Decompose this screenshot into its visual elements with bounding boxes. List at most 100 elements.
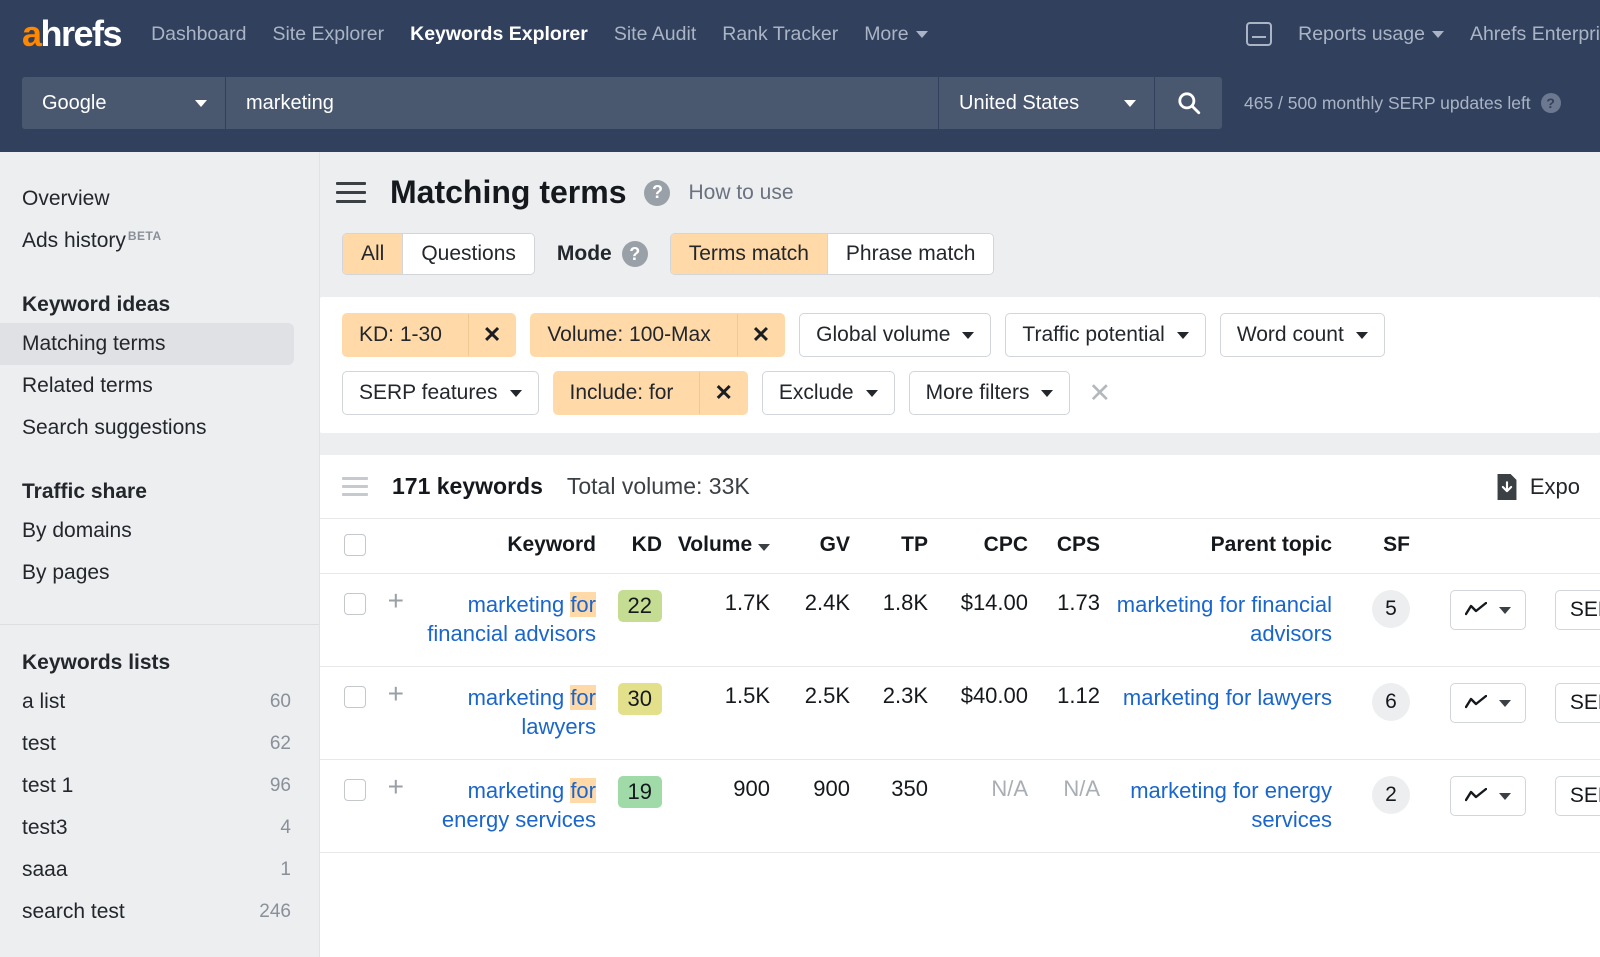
keyword-input[interactable] xyxy=(226,77,938,129)
remove-filter-icon[interactable]: ✕ xyxy=(699,372,746,414)
select-all-checkbox[interactable] xyxy=(344,534,366,556)
filters-row-1: KD: 1-30✕ Volume: 100-Max✕ Global volume Tr… xyxy=(342,313,1600,357)
row-checkbox[interactable] xyxy=(344,779,366,801)
remove-filter-icon[interactable]: ✕ xyxy=(468,314,515,356)
sidebar-item-ads-history[interactable]: Ads historyBETA xyxy=(0,220,319,262)
trend-button[interactable] xyxy=(1450,776,1526,816)
keywords-list-item[interactable]: search test246 xyxy=(0,891,319,933)
results-toolbar: 171 keywords Total volume: 33K Expo xyxy=(320,455,1600,518)
keywords-list-item[interactable]: a list60 xyxy=(0,681,319,723)
column-tp[interactable]: TP xyxy=(850,519,928,574)
mode-tab-phrase-match[interactable]: Phrase match xyxy=(828,234,994,274)
column-gv[interactable]: GV xyxy=(770,519,850,574)
search-engine-select[interactable]: Google xyxy=(22,77,226,129)
column-settings-icon[interactable] xyxy=(342,477,368,496)
keywords-table: Keyword KD Volume GV TP CPC CPS Parent t… xyxy=(320,518,1600,853)
sidebar-item-by-pages[interactable]: By pages xyxy=(0,552,319,594)
sidebar-item-related-terms[interactable]: Related terms xyxy=(0,365,319,407)
add-to-list-icon[interactable]: + xyxy=(388,771,404,802)
sidebar-item-matching-terms[interactable]: Matching terms xyxy=(0,323,294,365)
serp-button[interactable]: SERP xyxy=(1555,683,1600,723)
column-kd[interactable]: KD xyxy=(596,519,662,574)
filter-serp-features[interactable]: SERP features xyxy=(342,371,539,415)
tab-questions[interactable]: Questions xyxy=(403,234,534,274)
filter-global-volume[interactable]: Global volume xyxy=(799,313,991,357)
keywords-list-name: saaa xyxy=(22,858,68,882)
main-content: Matching terms ? How to use AllQuestions… xyxy=(320,152,1600,957)
keyword-link[interactable]: marketing for financial advisors xyxy=(427,592,596,646)
column-sf[interactable]: SF xyxy=(1332,519,1410,574)
nav-link-more[interactable]: More xyxy=(864,23,927,46)
filter-volume-100-max[interactable]: Volume: 100-Max✕ xyxy=(530,313,785,357)
serp-updates-text: 465 / 500 monthly SERP updates left xyxy=(1244,93,1531,114)
results-card: 171 keywords Total volume: 33K Expo Keyw… xyxy=(320,455,1600,957)
cell-kd: 19 xyxy=(596,760,662,853)
sidebar-item-overview[interactable]: Overview xyxy=(0,178,319,220)
sidebar-item-search-suggestions[interactable]: Search suggestions xyxy=(0,407,319,449)
column-volume[interactable]: Volume xyxy=(662,519,770,574)
trend-button[interactable] xyxy=(1450,683,1526,723)
keywords-list-item[interactable]: saaa 1 xyxy=(0,849,319,891)
keywords-list-item[interactable]: test34 xyxy=(0,807,319,849)
keywords-list-count: 1 xyxy=(280,859,291,881)
country-select[interactable]: United States xyxy=(938,77,1154,129)
filter-exclude[interactable]: Exclude xyxy=(762,371,895,415)
search-button[interactable] xyxy=(1154,77,1222,129)
column-keyword[interactable]: Keyword xyxy=(404,519,596,574)
add-to-list-icon[interactable]: + xyxy=(388,585,404,616)
filter-word-count[interactable]: Word count xyxy=(1220,313,1385,357)
nav-link-site-explorer[interactable]: Site Explorer xyxy=(272,23,384,46)
filter-kd-1-30[interactable]: KD: 1-30✕ xyxy=(342,313,516,357)
clear-filters-icon[interactable]: ✕ xyxy=(1084,380,1115,407)
nav-link-site-audit[interactable]: Site Audit xyxy=(614,23,696,46)
filter-include-for[interactable]: Include: for✕ xyxy=(553,371,748,415)
column-parent-topic[interactable]: Parent topic xyxy=(1100,519,1332,574)
filter-traffic-potential[interactable]: Traffic potential xyxy=(1005,313,1205,357)
tab-all[interactable]: All xyxy=(343,234,403,274)
question-mark-icon[interactable]: ? xyxy=(644,180,670,206)
ahrefs-logo[interactable]: ahrefs xyxy=(22,16,121,52)
parent-topic-link[interactable]: marketing for energy services xyxy=(1130,778,1332,832)
sidebar-item-by-domains[interactable]: By domains xyxy=(0,510,319,552)
trend-button[interactable] xyxy=(1450,590,1526,630)
monitor-icon[interactable] xyxy=(1246,22,1272,46)
how-to-use-link[interactable]: How to use xyxy=(688,181,793,205)
keyword-link[interactable]: marketing for energy services xyxy=(442,778,596,832)
keyword-link[interactable]: marketing for lawyers xyxy=(468,685,596,739)
sidebar-toggle-icon[interactable] xyxy=(336,182,366,203)
help-icon[interactable]: ? xyxy=(1541,93,1561,113)
reports-usage-menu[interactable]: Reports usage xyxy=(1298,23,1444,46)
cell-trend xyxy=(1410,667,1526,760)
remove-filter-icon[interactable]: ✕ xyxy=(737,314,784,356)
question-mark-icon[interactable]: ? xyxy=(622,241,648,267)
cell-gv: 900 xyxy=(770,760,850,853)
chevron-down-icon xyxy=(916,31,928,38)
sidebar-item-label: By domains xyxy=(22,519,132,543)
column-serp xyxy=(1526,519,1600,574)
cell-kd: 22 xyxy=(596,574,662,667)
nav-link-keywords-explorer[interactable]: Keywords Explorer xyxy=(410,23,588,46)
mode-tab-terms-match[interactable]: Terms match xyxy=(671,234,828,274)
account-name[interactable]: Ahrefs Enterpri xyxy=(1470,23,1600,46)
sidebar: OverviewAds historyBETA Keyword ideas Ma… xyxy=(0,152,320,957)
row-checkbox[interactable] xyxy=(344,686,366,708)
filter-more-filters[interactable]: More filters xyxy=(909,371,1071,415)
keywords-list-item[interactable]: test62 xyxy=(0,723,319,765)
column-cpc[interactable]: CPC xyxy=(928,519,1028,574)
table-body: +marketing for financial advisors221.7K2… xyxy=(320,574,1600,853)
mode-controls: AllQuestions Mode ? Terms matchPhrase ma… xyxy=(320,211,1600,275)
chevron-down-icon xyxy=(1432,31,1444,38)
keywords-list-item[interactable]: test 196 xyxy=(0,765,319,807)
column-cps[interactable]: CPS xyxy=(1028,519,1100,574)
export-button[interactable]: Expo xyxy=(1495,474,1580,500)
row-checkbox[interactable] xyxy=(344,593,366,615)
parent-topic-link[interactable]: marketing for financial advisors xyxy=(1117,592,1332,646)
serp-button[interactable]: SERP xyxy=(1555,590,1600,630)
add-to-list-icon[interactable]: + xyxy=(388,678,404,709)
nav-link-dashboard[interactable]: Dashboard xyxy=(151,23,246,46)
nav-link-rank-tracker[interactable]: Rank Tracker xyxy=(722,23,838,46)
parent-topic-link[interactable]: marketing for lawyers xyxy=(1123,685,1332,710)
sidebar-item-label: Ads history xyxy=(22,229,126,253)
country-value: United States xyxy=(959,92,1079,115)
serp-button[interactable]: SERP xyxy=(1555,776,1600,816)
